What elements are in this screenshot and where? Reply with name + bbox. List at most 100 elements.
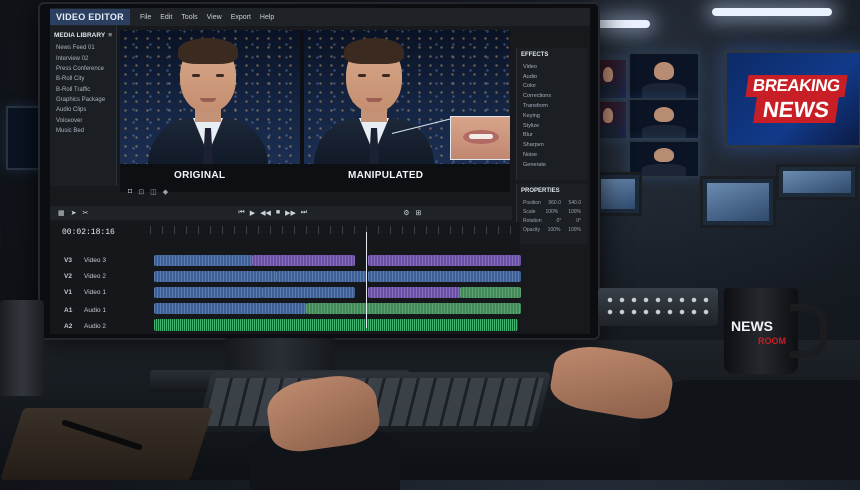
property-name: Scale <box>523 208 536 215</box>
property-value[interactable]: 540.0 <box>568 200 581 206</box>
timeline-clip[interactable] <box>368 287 461 298</box>
timecode-display[interactable]: 00:02:18:16 <box>62 228 115 237</box>
track-id: V2 <box>64 273 72 280</box>
settings-icon[interactable]: ⚙ <box>403 209 409 217</box>
library-item[interactable]: Voiceover <box>50 116 116 126</box>
desk-monitor <box>700 176 776 228</box>
timeline-clip[interactable] <box>368 255 521 266</box>
property-value[interactable]: 960.0 <box>548 200 561 206</box>
property-value[interactable]: 100% <box>545 209 558 215</box>
effects-item[interactable]: Audio <box>517 72 587 82</box>
time-ruler[interactable] <box>150 226 518 234</box>
go-to-start-icon[interactable]: ⏮ <box>238 209 244 217</box>
timeline-clip[interactable] <box>276 271 367 282</box>
razor-tool-icon[interactable]: ✂ <box>83 209 89 217</box>
effects-item[interactable]: Video <box>517 62 587 72</box>
marker-icon[interactable]: ◆ <box>163 188 168 196</box>
track-header-v2[interactable]: V2 Video 2 <box>64 270 152 283</box>
notebook <box>0 408 214 480</box>
menu-view[interactable]: View <box>207 14 222 21</box>
timeline-clip[interactable] <box>262 287 355 298</box>
timeline-clip[interactable] <box>460 287 521 298</box>
track-name: Audio 2 <box>84 323 107 330</box>
audio-waveform[interactable] <box>154 319 518 331</box>
effects-item[interactable]: Keying <box>517 111 587 121</box>
timeline-clip[interactable] <box>306 303 521 314</box>
track-name: Video 2 <box>84 273 106 280</box>
step-back-icon[interactable]: ◀◀ <box>260 209 271 217</box>
menu-export[interactable]: Export <box>231 14 251 21</box>
effects-item[interactable]: Stylize <box>517 121 587 131</box>
desk-monitor <box>594 172 642 216</box>
export-frame-icon[interactable]: ⊞ <box>415 209 421 217</box>
property-value[interactable]: 100% <box>548 227 561 233</box>
track-id: A1 <box>64 307 73 314</box>
track-header-a2[interactable]: A2 Audio 2 <box>64 320 152 333</box>
track-header-a1[interactable]: A1 Audio 1 <box>64 304 152 317</box>
timeline-clip[interactable] <box>368 271 521 282</box>
app-title: VIDEO EDITOR <box>50 9 130 25</box>
panel-menu-icon[interactable]: ≡ <box>108 32 112 39</box>
play-icon[interactable]: ▶ <box>250 209 255 217</box>
track-id: V3 <box>64 257 72 264</box>
track-header-v1[interactable]: V1 Video 1 <box>64 286 152 299</box>
timeline-clip[interactable] <box>154 271 277 282</box>
effects-item[interactable]: Color <box>517 82 587 92</box>
library-item[interactable]: News Feed 01 <box>50 43 116 53</box>
effects-item[interactable]: Blur <box>517 130 587 140</box>
go-to-end-icon[interactable]: ⏭ <box>301 209 307 217</box>
property-row[interactable]: Opacity 100% 100% <box>517 225 587 234</box>
library-item[interactable]: Audio Clips <box>50 105 116 115</box>
library-item[interactable]: Graphics Package <box>50 95 116 105</box>
split-view-icon[interactable]: ◫ <box>150 188 157 196</box>
library-item[interactable]: Interview 02 <box>50 53 116 63</box>
track-header-v3[interactable]: V3 Video 3 <box>64 254 152 267</box>
property-value[interactable]: 100% <box>568 209 581 215</box>
effects-item[interactable]: Generate <box>517 160 587 170</box>
news-mug: NEWS ROOM <box>724 288 798 374</box>
menu-file[interactable]: File <box>140 14 151 21</box>
library-item[interactable]: B-Roll Traffic <box>50 85 116 95</box>
track-name: Audio 1 <box>84 307 107 314</box>
timeline-clip[interactable] <box>252 255 355 266</box>
property-name: Opacity <box>523 226 540 233</box>
property-value[interactable]: 100% <box>568 227 581 233</box>
manipulated-pane[interactable] <box>304 30 510 164</box>
effects-item[interactable]: Corrections <box>517 91 587 101</box>
menu-help[interactable]: Help <box>260 14 274 21</box>
property-name: Position <box>523 199 541 206</box>
camera-icon[interactable]: ◘ <box>128 188 132 196</box>
timeline-clip[interactable] <box>154 303 307 314</box>
effects-item[interactable]: Noise <box>517 150 587 160</box>
viewer-toolbar: ◘ ⊡ ◫ ◆ <box>128 188 168 196</box>
library-item[interactable]: Press Conference <box>50 64 116 74</box>
grid-icon[interactable]: ▦ <box>58 209 65 217</box>
property-value[interactable]: 0° <box>557 218 562 224</box>
stop-icon[interactable]: ■ <box>276 209 280 217</box>
editor-screen: VIDEO EDITOR File Edit Tools View Export… <box>50 8 590 334</box>
menu-tools[interactable]: Tools <box>181 14 197 21</box>
safe-margins-icon[interactable]: ⊡ <box>138 188 144 196</box>
timeline-clip[interactable] <box>154 255 253 266</box>
playback-controls: ⏮ ▶ ◀◀ ■ ▶▶ ⏭ <box>238 209 307 217</box>
library-item[interactable]: Music Bed <box>50 126 116 136</box>
select-tool-icon[interactable]: ➤ <box>71 209 77 217</box>
original-pane[interactable] <box>120 30 300 164</box>
menu-edit[interactable]: Edit <box>160 14 172 21</box>
property-row[interactable]: Position 960.0 540.0 <box>517 198 587 207</box>
timeline-clip[interactable] <box>154 287 263 298</box>
media-library-title: MEDIA LIBRARY <box>54 32 106 39</box>
effects-title: EFFECTS <box>521 52 549 58</box>
property-row[interactable]: Scale 100% 100% <box>517 207 587 216</box>
mug-logo-room: ROOM <box>758 336 786 346</box>
pen-cup <box>0 300 44 396</box>
step-forward-icon[interactable]: ▶▶ <box>285 209 296 217</box>
library-item[interactable]: B-Roll City <box>50 74 116 84</box>
effects-item[interactable]: Sharpen <box>517 140 587 150</box>
property-row[interactable]: Rotation 0° 0° <box>517 216 587 225</box>
breaking-news-screen: BREAKING NEWS <box>724 50 860 148</box>
mouth-zoom-inset[interactable] <box>450 116 510 160</box>
property-value[interactable]: 0° <box>576 218 581 224</box>
playhead[interactable] <box>366 232 367 328</box>
effects-item[interactable]: Transform <box>517 101 587 111</box>
